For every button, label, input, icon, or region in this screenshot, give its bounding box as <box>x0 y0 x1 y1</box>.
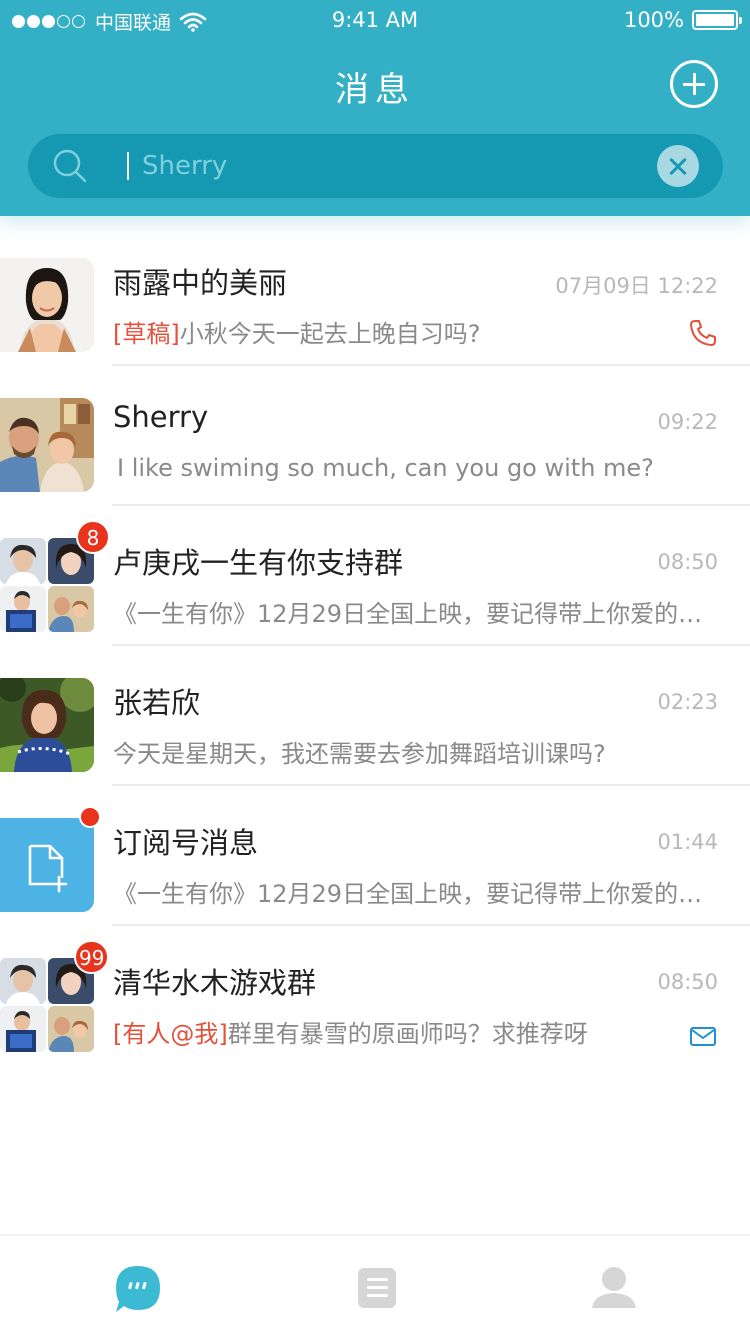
conversation-time: 09:22 <box>657 410 718 434</box>
conversation-preview: I like swiming so much, can you go with … <box>117 454 654 482</box>
conversation-name: 张若欣 <box>113 686 201 720</box>
conversation-time: 01:44 <box>657 830 718 854</box>
search-bar[interactable] <box>28 134 723 198</box>
avatar <box>0 258 94 352</box>
conversation-time: 02:23 <box>657 690 718 714</box>
conversation-time: 07月09日 12:22 <box>555 274 718 298</box>
conversation-name: 卢庚戌一生有你支持群 <box>113 546 404 580</box>
clear-search-button[interactable] <box>657 145 699 187</box>
conversation-name: 清华水木游戏群 <box>113 966 317 1000</box>
draft-tag: [草稿] <box>113 320 180 348</box>
header: 中国联通 9:41 AM 100% 消息 <box>0 0 750 216</box>
conversation-time: 08:50 <box>657 970 718 994</box>
conversation-preview: 《一生有你》12月29日全国上映，要记得带上你爱的人一起来看哦 <box>113 600 713 628</box>
add-button[interactable] <box>670 60 718 108</box>
conversation-name: 订阅号消息 <box>113 826 259 860</box>
tab-bar <box>0 1234 750 1334</box>
battery-icon <box>692 10 742 30</box>
unread-dot <box>79 806 101 828</box>
status-bar: 中国联通 9:41 AM 100% <box>0 0 750 40</box>
group-avatar <box>0 958 94 1052</box>
mention-tag: [有人@我] <box>113 1020 228 1048</box>
chat-icon[interactable] <box>108 1258 168 1318</box>
page-title: 消息 <box>335 70 415 110</box>
conversation-row[interactable]: 订阅号消息 01:44 《一生有你》12月29日全国上映，要记得带上你爱的人一起… <box>0 786 750 926</box>
conversation-row[interactable]: 99 清华水木游戏群 08:50 [有人@我]群里有暴雪的原画师吗？求推荐呀 <box>0 926 750 1066</box>
conversation-preview: [有人@我]群里有暴雪的原画师吗？求推荐呀 <box>113 1020 588 1048</box>
conversation-name: Sherry <box>113 400 209 434</box>
add-document-icon <box>0 818 94 912</box>
search-input[interactable] <box>116 146 636 186</box>
conversation-row[interactable]: 张若欣 02:23 今天是星期天，我还需要去参加舞蹈培训课吗? <box>0 646 750 786</box>
conversation-name: 雨露中的美丽 <box>113 266 288 300</box>
conversation-row[interactable]: 雨露中的美丽 07月09日 12:22 [草稿]小秋今天一起去上晚自习吗? <box>0 226 750 366</box>
battery-percent: 100% <box>623 8 684 32</box>
subscription-avatar <box>0 818 94 912</box>
person-icon[interactable] <box>584 1258 644 1318</box>
document-icon[interactable] <box>346 1258 406 1318</box>
mail-icon[interactable] <box>688 1022 718 1052</box>
unread-badge: 99 <box>74 940 110 974</box>
search-icon <box>53 149 87 183</box>
status-right: 100% <box>623 8 742 32</box>
conversation-row[interactable]: 8 卢庚戌一生有你支持群 08:50 《一生有你》12月29日全国上映，要记得带… <box>0 506 750 646</box>
avatar <box>0 398 94 492</box>
conversation-preview: 今天是星期天，我还需要去参加舞蹈培训课吗? <box>113 740 606 768</box>
phone-icon[interactable] <box>688 318 718 348</box>
conversation-preview: [草稿]小秋今天一起去上晚自习吗? <box>113 320 481 348</box>
group-avatar <box>0 538 94 632</box>
conversation-time: 08:50 <box>657 550 718 574</box>
conversation-preview: 《一生有你》12月29日全国上映，要记得带上你爱的人一起来看哦 <box>113 880 713 908</box>
avatar <box>0 678 94 772</box>
conversation-row[interactable]: Sherry 09:22 I like swiming so much, can… <box>0 366 750 506</box>
unread-badge: 8 <box>76 520 110 554</box>
